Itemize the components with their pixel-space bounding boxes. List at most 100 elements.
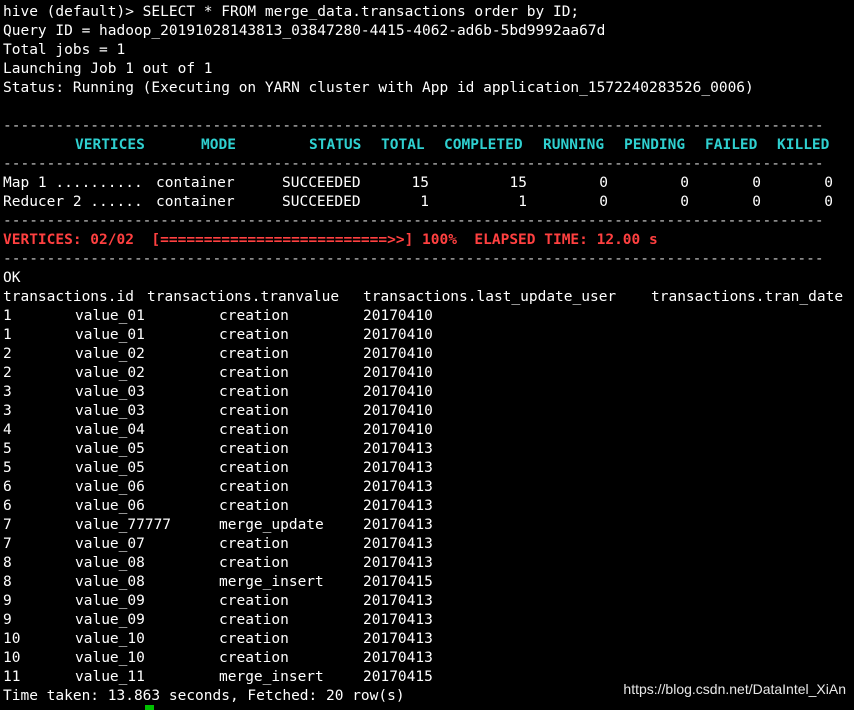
result-rows: 1 value_01 creation 20170410 1 value_01 creati… [3, 307, 854, 687]
cell-tran-date: 20170410 [363, 308, 433, 324]
cell-tran-date: 20170413 [363, 498, 433, 514]
cell-tranvalue: value_06 [75, 479, 145, 495]
cell-last-update-user: merge_insert [219, 669, 324, 685]
separator-line: ----------------------------------------… [3, 118, 824, 134]
table-row: 6 value_06 creation 20170413 [3, 497, 854, 516]
header-total: TOTAL [381, 137, 425, 153]
cell-id: 3 [3, 403, 12, 419]
table-row: 5 value_05 creation 20170413 [3, 459, 854, 478]
cell-tran-date: 20170410 [363, 403, 433, 419]
cell-tran-date: 20170413 [363, 555, 433, 571]
separator-line: ----------------------------------------… [3, 251, 824, 267]
cell-tran-date: 20170415 [363, 574, 433, 590]
cell-tran-date: 20170413 [363, 631, 433, 647]
vertex-row-reducer-2: Reducer 2 ...... container SUCCEEDED 1 1… [3, 193, 854, 212]
cell-tranvalue: value_77777 [75, 517, 172, 533]
terminal-window[interactable]: { "colors": { "background": "#000000", "… [0, 0, 854, 710]
header-mode: MODE [201, 137, 236, 153]
cell-last-update-user: creation [219, 308, 289, 324]
cell-id: 9 [3, 612, 12, 628]
vertex-status: SUCCEEDED [282, 194, 361, 210]
cursor-block [145, 705, 154, 710]
cell-last-update-user: creation [219, 593, 289, 609]
vertex-row-map-1: Map 1 .......... container SUCCEEDED 15 … [3, 174, 854, 193]
result-header-last-update-user: transactions.last_update_user [363, 289, 617, 305]
table-row: 3 value_03 creation 20170410 [3, 402, 854, 421]
vertex-running: 0 [599, 175, 608, 191]
cell-tranvalue: value_07 [75, 536, 145, 552]
cell-tranvalue: value_10 [75, 650, 145, 666]
cell-tran-date: 20170413 [363, 536, 433, 552]
cell-id: 3 [3, 384, 12, 400]
query-id-line: Query ID = hadoop_20191028143813_0384728… [3, 23, 606, 39]
cell-id: 6 [3, 479, 12, 495]
table-row: 3 value_03 creation 20170410 [3, 383, 854, 402]
cell-tran-date: 20170413 [363, 593, 433, 609]
cell-tranvalue: value_02 [75, 365, 145, 381]
table-row: 7 value_77777 merge_update 20170413 [3, 516, 854, 535]
vertex-name: Reducer 2 ...... [3, 194, 143, 210]
cell-tran-date: 20170413 [363, 441, 433, 457]
header-pending: PENDING [624, 137, 686, 153]
cell-id: 5 [3, 460, 12, 476]
cell-last-update-user: creation [219, 346, 289, 362]
header-failed: FAILED [705, 137, 758, 153]
header-killed: KILLED [777, 137, 830, 153]
header-running: RUNNING [543, 137, 605, 153]
cell-id: 5 [3, 441, 12, 457]
table-row: 9 value_09 creation 20170413 [3, 592, 854, 611]
cell-id: 8 [3, 555, 12, 571]
vertex-failed: 0 [752, 175, 761, 191]
cell-last-update-user: creation [219, 498, 289, 514]
table-row: 9 value_09 creation 20170413 [3, 611, 854, 630]
vertex-killed: 0 [824, 194, 833, 210]
cell-id: 10 [3, 631, 21, 647]
cell-tran-date: 20170410 [363, 384, 433, 400]
vertex-completed: 1 [518, 194, 527, 210]
cell-tran-date: 20170413 [363, 650, 433, 666]
vertex-mode: container [156, 175, 235, 191]
cell-tranvalue: value_01 [75, 327, 145, 343]
watermark-url: https://blog.csdn.net/DataIntel_XiAn [623, 681, 846, 697]
header-completed: COMPLETED [444, 137, 523, 153]
cell-tranvalue: value_06 [75, 498, 145, 514]
table-row: 5 value_05 creation 20170413 [3, 440, 854, 459]
cell-last-update-user: creation [219, 536, 289, 552]
cell-tranvalue: value_03 [75, 403, 145, 419]
table-row: 1 value_01 creation 20170410 [3, 326, 854, 345]
result-header-id: transactions.id [3, 289, 134, 305]
cell-id: 9 [3, 593, 12, 609]
table-row: 7 value_07 creation 20170413 [3, 535, 854, 554]
vertex-total: 15 [411, 175, 429, 191]
table-row: 1 value_01 creation 20170410 [3, 307, 854, 326]
cell-tranvalue: value_04 [75, 422, 145, 438]
vertex-running: 0 [599, 194, 608, 210]
cell-id: 4 [3, 422, 12, 438]
separator-line: ----------------------------------------… [3, 213, 824, 229]
result-header-row: transactions.id transactions.tranvalue t… [3, 288, 854, 307]
vertex-pending: 0 [680, 194, 689, 210]
cell-last-update-user: creation [219, 631, 289, 647]
cell-id: 11 [3, 669, 21, 685]
cell-tranvalue: value_09 [75, 612, 145, 628]
cell-tranvalue: value_11 [75, 669, 145, 685]
cell-last-update-user: creation [219, 555, 289, 571]
table-row: 4 value_04 creation 20170410 [3, 421, 854, 440]
cell-tran-date: 20170410 [363, 365, 433, 381]
cell-tran-date: 20170413 [363, 517, 433, 533]
cell-last-update-user: creation [219, 384, 289, 400]
cell-id: 2 [3, 346, 12, 362]
cell-last-update-user: creation [219, 327, 289, 343]
cell-tran-date: 20170410 [363, 422, 433, 438]
cell-id: 1 [3, 308, 12, 324]
vertex-name: Map 1 .......... [3, 175, 143, 191]
cell-last-update-user: creation [219, 460, 289, 476]
separator-line: ----------------------------------------… [3, 156, 824, 172]
cell-last-update-user: creation [219, 612, 289, 628]
cell-id: 10 [3, 650, 21, 666]
result-header-tranvalue: transactions.tranvalue [147, 289, 340, 305]
cell-id: 2 [3, 365, 12, 381]
total-jobs-line: Total jobs = 1 [3, 42, 126, 58]
cell-tranvalue: value_08 [75, 574, 145, 590]
